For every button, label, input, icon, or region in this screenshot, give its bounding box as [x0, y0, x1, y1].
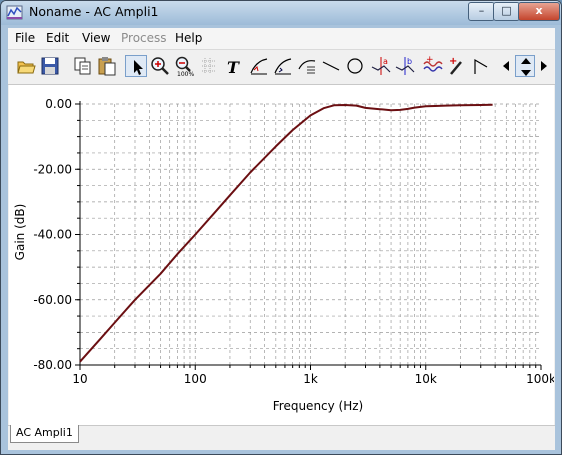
status-bar: AC Ampli1 [8, 425, 555, 450]
y-tick-label: -60.00 [33, 293, 72, 307]
x-axis-label: Frequency (Hz) [273, 399, 364, 413]
zoom-out-icon[interactable]: 100% [173, 55, 195, 77]
flag-icon[interactable] [470, 55, 492, 77]
up-down-arrow-icon[interactable] [515, 55, 535, 77]
y-axis-label: Gain (dB) [13, 204, 27, 261]
svg-text:+: + [449, 56, 457, 67]
curve-data-icon[interactable] [296, 55, 318, 77]
svg-text:T: T [227, 58, 240, 77]
app-window: Noname - AC Ampli1 – □ x File Edit View … [0, 0, 562, 455]
right-arrow-icon[interactable] [537, 55, 551, 77]
x-tick-label: 100k [526, 372, 554, 386]
text-icon[interactable]: T [223, 55, 245, 77]
svg-text:100%: 100% [177, 71, 194, 77]
svg-text:a: a [383, 57, 388, 66]
x-tick-label: 1k [303, 372, 318, 386]
curve-edit-icon[interactable] [272, 55, 294, 77]
y-tick-label: -40.00 [33, 228, 72, 242]
toolbar: 100% T a b + + [8, 50, 555, 85]
minimize-button[interactable]: – [468, 2, 495, 21]
cursor-b-icon[interactable]: b [394, 55, 416, 77]
zoom-in-icon[interactable] [149, 55, 171, 77]
pointer-icon[interactable] [125, 55, 147, 77]
menu-help[interactable]: Help [175, 31, 202, 45]
menu-process: Process [121, 31, 167, 45]
grid-icon[interactable] [198, 55, 220, 77]
copy-icon[interactable] [72, 55, 94, 77]
left-arrow-icon[interactable] [500, 55, 514, 77]
svg-text:+: + [426, 55, 434, 65]
close-button[interactable]: x [518, 2, 560, 21]
x-tick-label: 100 [184, 372, 207, 386]
svg-text:b: b [407, 57, 412, 66]
x-tick-label: 10k [415, 372, 437, 386]
open-icon[interactable] [15, 55, 37, 77]
app-icon [6, 4, 23, 21]
y-tick-label: -20.00 [33, 162, 72, 176]
menu-file[interactable]: File [15, 31, 35, 45]
cursor-a-icon[interactable]: a [370, 55, 392, 77]
menu-view[interactable]: View [82, 31, 110, 45]
menu-edit[interactable]: Edit [46, 31, 69, 45]
window-title: Noname - AC Ampli1 [29, 4, 159, 19]
ellipse-icon[interactable] [344, 55, 366, 77]
line-icon[interactable] [320, 55, 342, 77]
save-icon[interactable] [39, 55, 61, 77]
tab-ac-ampli1[interactable]: AC Ampli1 [10, 425, 79, 443]
paste-icon[interactable] [96, 55, 118, 77]
client-area: File Edit View Process Help 100% T a b +… [8, 28, 555, 450]
maximize-button[interactable]: □ [493, 2, 520, 21]
plot-area[interactable]: 10 100 1k 10k 100k 0.00 -20.00 -40.00 -60.00 -80.… [9, 85, 554, 425]
x-tick-label: 10 [72, 372, 87, 386]
waveform-icon[interactable]: + [422, 55, 444, 77]
bode-chart: 10 100 1k 10k 100k 0.00 -20.00 -40.00 -60.00 -80.… [13, 97, 554, 413]
y-tick-label: 0.00 [45, 97, 72, 111]
pick-icon[interactable]: + [446, 55, 468, 77]
curve-add-icon[interactable] [248, 55, 270, 77]
menu-bar: File Edit View Process Help [8, 28, 555, 50]
gain-curve [79, 103, 493, 363]
title-bar[interactable]: Noname - AC Ampli1 – □ x [1, 1, 561, 25]
y-tick-label: -80.00 [33, 358, 72, 372]
